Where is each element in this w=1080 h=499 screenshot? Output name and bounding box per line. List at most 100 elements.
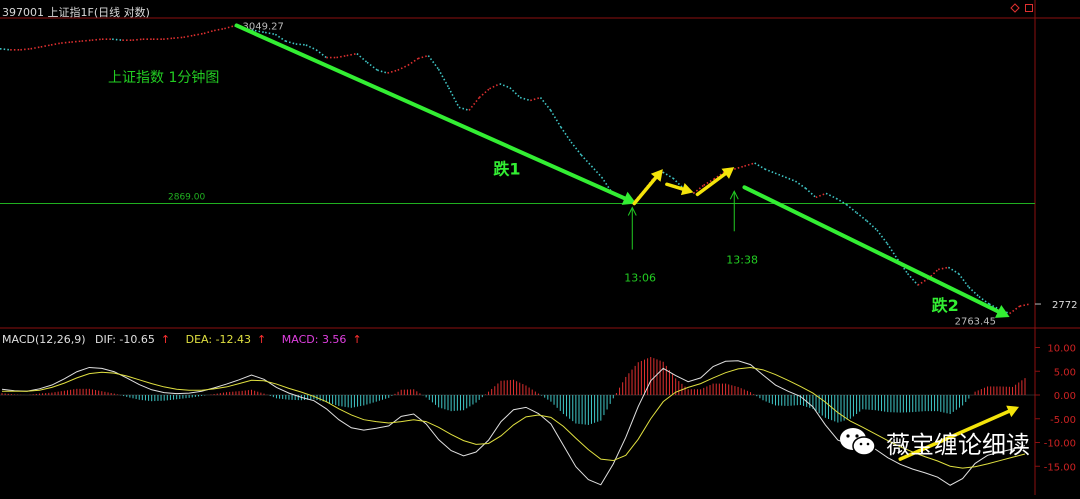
price-segment bbox=[193, 32, 205, 37]
pullback-arrow-head bbox=[680, 183, 694, 196]
price-segment bbox=[468, 97, 480, 111]
price-segment bbox=[91, 38, 103, 41]
dif-readout: DIF: -10.65 ↑ bbox=[95, 333, 171, 346]
price-segment bbox=[519, 96, 531, 102]
price-segment bbox=[580, 154, 593, 167]
price-segment bbox=[764, 168, 776, 174]
chart-mode: (日线 对数) bbox=[93, 6, 150, 19]
price-segment bbox=[774, 172, 786, 178]
macd-axis-label: 10.00 bbox=[1047, 344, 1076, 355]
dif-up-icon: ↑ bbox=[160, 333, 171, 346]
price-segment bbox=[794, 180, 807, 189]
price-segment bbox=[366, 61, 378, 71]
price-segment bbox=[295, 43, 307, 46]
price-segment bbox=[40, 44, 52, 48]
macd-header: MACD(12,26,9) DIF: -10.65 ↑ DEA: -12.43 ↑ … bbox=[2, 333, 374, 346]
macd-axis-label: 5.00 bbox=[1054, 367, 1076, 378]
price-segment bbox=[458, 106, 470, 112]
price-segment bbox=[214, 27, 225, 32]
drop-2-label: 跌2 bbox=[932, 296, 959, 315]
price-segment bbox=[274, 33, 286, 42]
price-layer: 2869.00上证指数 1分钟图3049.272763.452772 bbox=[0, 22, 1077, 328]
price-segment bbox=[224, 24, 235, 30]
chart-canvas[interactable]: 2869.00 上证指数 1分钟图 3049.27 2763.45 2772 10.00… bbox=[0, 0, 1080, 495]
price-segment bbox=[957, 273, 970, 288]
price-segment bbox=[387, 69, 398, 74]
price-segment bbox=[866, 220, 878, 231]
dea-up-icon: ↑ bbox=[257, 333, 267, 346]
last-price-axis-label: 2772 bbox=[1052, 300, 1077, 311]
macd-axis-label: 0.00 bbox=[1054, 391, 1076, 402]
chart-header: 397001 上证指1F(日线 对数) bbox=[2, 4, 150, 20]
price-segment bbox=[61, 41, 72, 44]
wechat-logo-icon bbox=[840, 428, 876, 456]
annotation-layer: 跌1 跌2 13:06 13:38 bbox=[234, 23, 1019, 461]
macd-up-icon: ↑ bbox=[352, 333, 362, 346]
price-segment bbox=[560, 126, 572, 143]
price-segment bbox=[805, 187, 817, 199]
price-segment bbox=[132, 38, 143, 41]
watermark: 薇宝缠论细读 bbox=[838, 420, 1030, 464]
price-segment bbox=[81, 39, 92, 42]
rebound-1-arrow-shaft bbox=[632, 175, 658, 206]
price-segment bbox=[71, 40, 82, 43]
macd-axis-label: -10.00 bbox=[1044, 439, 1076, 450]
price-segment bbox=[499, 83, 511, 89]
price-segment bbox=[305, 44, 317, 51]
price-segment bbox=[938, 266, 949, 271]
price-segment bbox=[917, 278, 929, 286]
rebound-2-arrow bbox=[695, 167, 735, 197]
diamond-icon[interactable] bbox=[1010, 3, 1020, 16]
price-segment bbox=[437, 68, 450, 89]
price-segment bbox=[754, 162, 766, 170]
restore-icon[interactable] bbox=[1024, 3, 1034, 16]
rebound-2-arrow-shaft bbox=[695, 172, 728, 197]
price-segment bbox=[417, 54, 429, 60]
price-segment bbox=[662, 171, 674, 179]
price-segment bbox=[285, 40, 296, 45]
price-segment bbox=[0, 48, 11, 51]
instrument-name: 上证指1F bbox=[47, 6, 94, 19]
drop-1-label: 跌1 bbox=[493, 160, 520, 179]
pullback-arrow-shaft bbox=[665, 182, 685, 191]
price-segment bbox=[489, 83, 501, 90]
price-segment bbox=[784, 176, 796, 182]
price-segment bbox=[315, 49, 327, 59]
dea-readout: DEA: -12.43 ↑ bbox=[185, 333, 267, 346]
price-segment bbox=[509, 87, 521, 99]
price-segment bbox=[50, 42, 62, 46]
rebound-1-arrow bbox=[632, 169, 663, 206]
price-segment bbox=[744, 162, 755, 167]
time-mark-2-label: 13:38 bbox=[726, 253, 758, 266]
price-segment bbox=[907, 273, 919, 286]
price-segment bbox=[448, 87, 460, 108]
price-segment bbox=[407, 57, 419, 66]
price-segment bbox=[845, 203, 858, 214]
low-price-label: 2763.45 bbox=[955, 317, 996, 328]
macd-indicator-label: MACD(12,26,9) bbox=[2, 333, 86, 346]
price-segment bbox=[203, 29, 215, 35]
price-segment bbox=[550, 109, 562, 128]
watermark-text: 薇宝缠论细读 bbox=[886, 430, 1030, 459]
price-segment bbox=[163, 37, 174, 40]
price-segment bbox=[356, 53, 368, 63]
price-segment bbox=[876, 229, 888, 245]
price-segment bbox=[346, 52, 358, 57]
macd-axis-label: -15.00 bbox=[1044, 462, 1076, 473]
price-segment bbox=[478, 88, 491, 99]
price-segment bbox=[734, 165, 745, 170]
price-segment bbox=[183, 34, 194, 39]
price-segment bbox=[1009, 305, 1021, 315]
price-segment bbox=[397, 64, 409, 71]
chart-title: 上证指数 1分钟图 bbox=[108, 69, 219, 86]
price-segment bbox=[427, 55, 440, 70]
drop-1-arrow-shaft bbox=[234, 23, 627, 201]
price-segment bbox=[856, 212, 868, 222]
time-mark-1-label: 13:06 bbox=[624, 272, 656, 285]
instrument-code: 397001 bbox=[2, 6, 44, 19]
drop-2-arrow bbox=[742, 185, 1010, 318]
price-segment bbox=[825, 192, 837, 200]
price-segment bbox=[570, 141, 582, 156]
macd-axis-label: -5.00 bbox=[1050, 415, 1076, 426]
price-segment bbox=[30, 46, 41, 50]
